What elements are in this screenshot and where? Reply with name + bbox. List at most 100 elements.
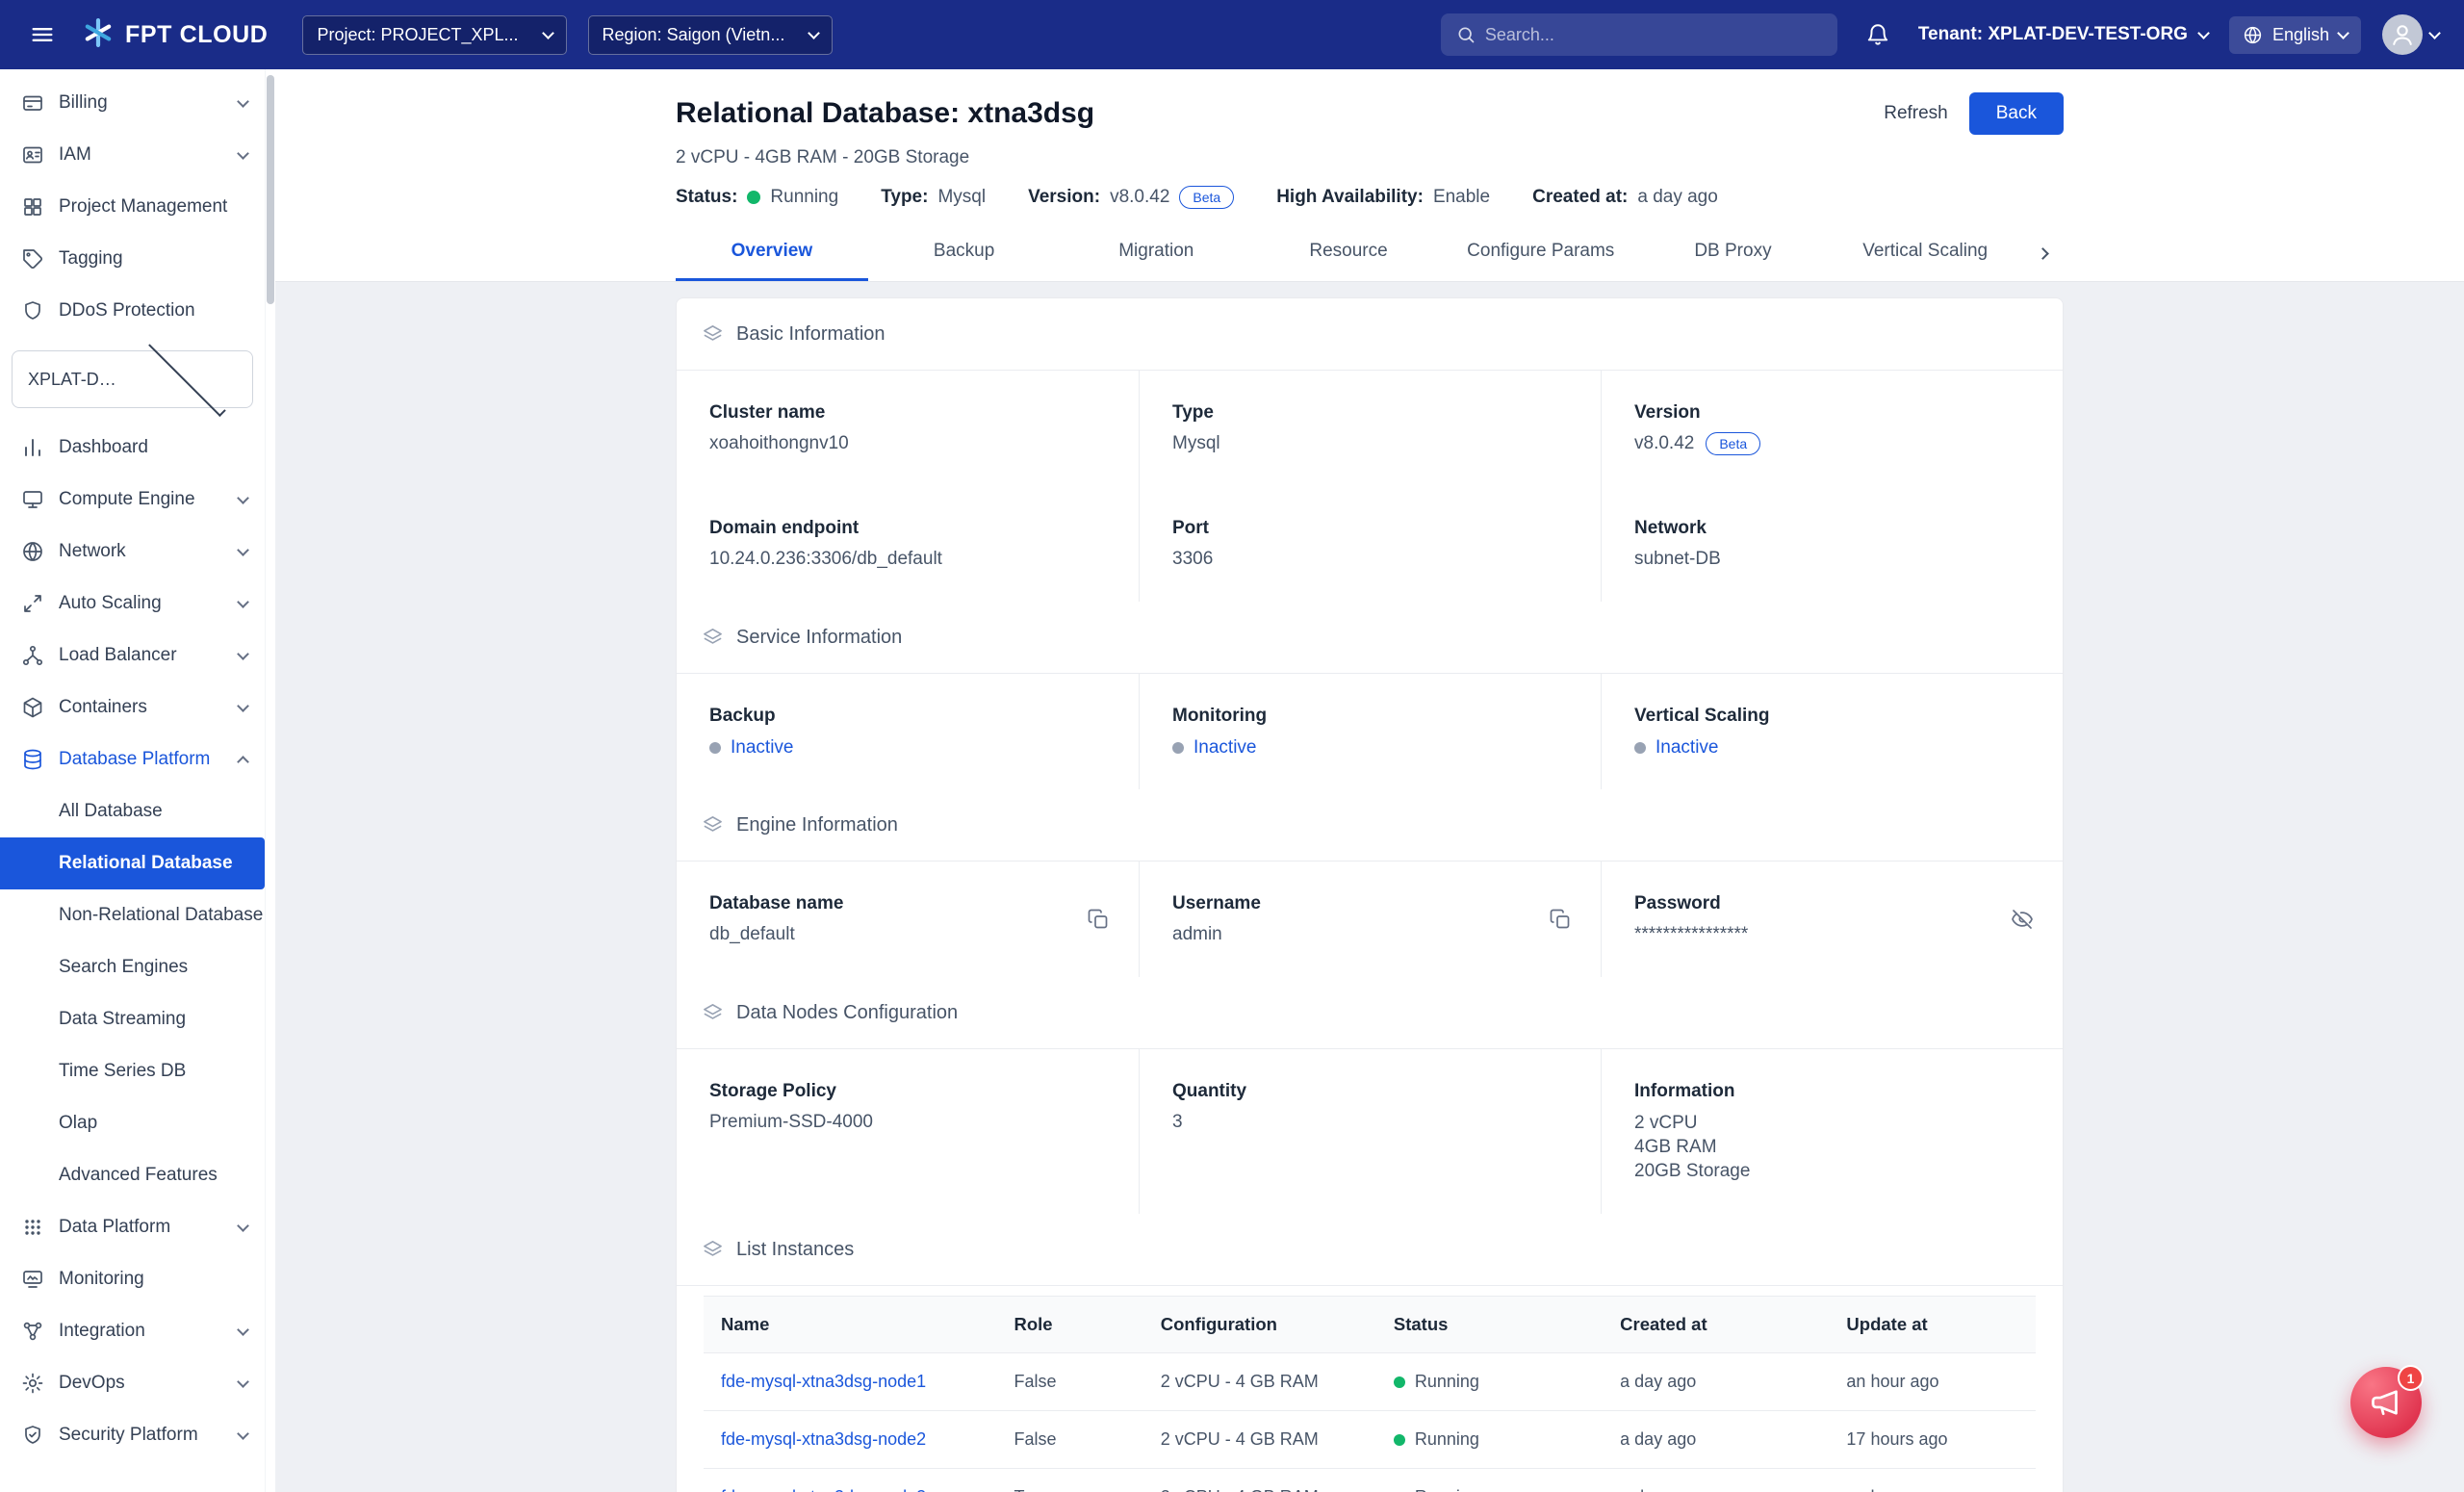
sidebar-item-ddos-protection[interactable]: DDoS Protection	[0, 285, 265, 337]
instance-created: a day ago	[1603, 1353, 1829, 1411]
chevron-down-icon	[237, 700, 249, 712]
region-select[interactable]: Region: Saigon (Vietn...	[588, 15, 834, 55]
iam-icon	[21, 143, 44, 167]
announcement-fab[interactable]: 1	[2350, 1367, 2422, 1438]
chevron-down-icon	[237, 544, 249, 556]
instance-config: 2 vCPU - 4 GB RAM	[1143, 1469, 1376, 1492]
menu-icon[interactable]	[25, 17, 60, 52]
sidebar-subitem-search-engines[interactable]: Search Engines	[0, 941, 265, 993]
field-information: Information 2 vCPU 4GB RAM 20GB Storage	[1601, 1049, 2063, 1214]
search-input[interactable]	[1485, 25, 1822, 45]
status-dot-inactive	[709, 742, 721, 754]
refresh-button[interactable]: Refresh	[1884, 103, 1948, 124]
tab-bar: Overview Backup Migration Resource Confi…	[676, 225, 2064, 281]
chevron-down-icon	[237, 648, 249, 660]
dashboard-icon	[21, 436, 44, 459]
status-dot-inactive	[1634, 742, 1646, 754]
sidebar-item-dashboard[interactable]: Dashboard	[0, 422, 265, 474]
tab-backup[interactable]: Backup	[868, 225, 1061, 281]
chevron-down-icon	[2197, 27, 2210, 39]
layers-section-icon	[702, 323, 724, 346]
sidebar-item-database-platform[interactable]: Database Platform	[0, 733, 265, 785]
sidebar-subitem-advanced-features[interactable]: Advanced Features	[0, 1149, 265, 1201]
fpt-cloud-logo[interactable]: FPT CLOUD	[81, 15, 268, 55]
sidebar-item-monitoring[interactable]: Monitoring	[0, 1253, 265, 1305]
instance-updated: an hour ago	[1829, 1353, 2036, 1411]
top-navbar: FPT CLOUD Project: PROJECT_XPL... Region…	[0, 0, 2464, 69]
instance-config: 2 vCPU - 4 GB RAM	[1143, 1411, 1376, 1469]
tenant-select[interactable]: Tenant: XPLAT-DEV-TEST-ORG	[1918, 24, 2208, 45]
tabs-overflow-right-icon[interactable]	[2021, 225, 2064, 281]
sidebar-item-security-platform[interactable]: Security Platform	[0, 1409, 265, 1461]
col-update-at: Update at	[1829, 1297, 2036, 1353]
field-type: Type Mysql	[1139, 371, 1601, 486]
tab-vertical-scaling[interactable]: Vertical Scaling	[1829, 225, 2021, 281]
app-window: FPT CLOUD Project: PROJECT_XPL... Region…	[0, 0, 2464, 1492]
sidebar-subitem-data-streaming[interactable]: Data Streaming	[0, 993, 265, 1045]
tab-migration[interactable]: Migration	[1060, 225, 1252, 281]
user-menu[interactable]	[2382, 14, 2439, 55]
monitoring-status-link[interactable]: Inactive	[1194, 737, 1256, 759]
status-dot-running	[1394, 1376, 1405, 1388]
scrollbar-thumb[interactable]	[267, 75, 274, 304]
sidebar-item-iam[interactable]: IAM	[0, 129, 265, 181]
tab-configure-params[interactable]: Configure Params	[1445, 225, 1637, 281]
sidebar-item-tagging[interactable]: Tagging	[0, 233, 265, 285]
sidebar-item-integration[interactable]: Integration	[0, 1305, 265, 1357]
brand-name: FPT CLOUD	[125, 21, 268, 49]
instance-config: 2 vCPU - 4 GB RAM	[1143, 1353, 1376, 1411]
sidebar-item-network[interactable]: Network	[0, 526, 265, 578]
chevron-down-icon	[237, 95, 249, 108]
section-data-nodes-configuration: Data Nodes Configuration Storage Policy …	[677, 977, 2063, 1214]
beta-badge: Beta	[1706, 432, 1760, 455]
instances-table: Name Role Configuration Status Created a…	[704, 1296, 2036, 1492]
sidebar-subitem-non-relational-database[interactable]: Non-Relational Database	[0, 889, 265, 941]
field-domain-endpoint: Domain endpoint 10.24.0.236:3306/db_defa…	[677, 486, 1139, 602]
sidebar-item-data-platform[interactable]: Data Platform	[0, 1201, 265, 1253]
copy-icon[interactable]	[1549, 908, 1572, 931]
instance-name-link[interactable]: fde-mysql-xtna3dsg-node1	[721, 1372, 926, 1391]
instance-created: a day ago	[1603, 1469, 1829, 1492]
chevron-down-icon	[2337, 27, 2349, 39]
project-management-icon	[21, 195, 44, 219]
search-box[interactable]	[1441, 13, 1837, 56]
sidebar-subitem-time-series-db[interactable]: Time Series DB	[0, 1045, 265, 1097]
vertical-scaling-status-link[interactable]: Inactive	[1656, 737, 1718, 759]
tagging-icon	[21, 247, 44, 270]
sidebar-item-project-management[interactable]: Project Management	[0, 181, 265, 233]
eye-off-icon[interactable]	[2011, 908, 2034, 931]
instance-role: False	[996, 1353, 1142, 1411]
sidebar-subitem-relational-database[interactable]: Relational Database	[0, 837, 265, 889]
sidebar-item-auto-scaling[interactable]: Auto Scaling	[0, 578, 265, 630]
notification-bell-icon[interactable]	[1859, 15, 1897, 54]
instance-name-link[interactable]: fde-mysql-xtna3dsg-node3	[721, 1487, 926, 1492]
back-button[interactable]: Back	[1969, 92, 2064, 135]
security-platform-icon	[21, 1424, 44, 1447]
layers-section-icon	[702, 1239, 724, 1261]
sidebar-subitem-olap[interactable]: Olap	[0, 1097, 265, 1149]
sidebar-item-compute-engine[interactable]: Compute Engine	[0, 474, 265, 526]
instance-name-link[interactable]: fde-mysql-xtna3dsg-node2	[721, 1429, 926, 1449]
section-header-service: Service Information	[677, 602, 2063, 674]
sidebar-scrollbar[interactable]	[265, 69, 275, 1492]
language-select[interactable]: English	[2229, 16, 2361, 54]
instance-created: a day ago	[1603, 1411, 1829, 1469]
sidebar-subitem-all-database[interactable]: All Database	[0, 785, 265, 837]
sidebar-item-containers[interactable]: Containers	[0, 682, 265, 733]
tab-overview[interactable]: Overview	[676, 225, 868, 281]
sidebar-item-devops[interactable]: DevOps	[0, 1357, 265, 1409]
meta-status: Status: Running	[676, 185, 838, 210]
project-select[interactable]: Project: PROJECT_XPL...	[302, 15, 566, 55]
chevron-down-icon	[237, 147, 249, 160]
layers-section-icon	[702, 627, 724, 649]
tab-db-proxy[interactable]: DB Proxy	[1637, 225, 1830, 281]
megaphone-icon	[2369, 1385, 2403, 1420]
copy-icon[interactable]	[1087, 908, 1110, 931]
sidebar-item-billing[interactable]: Billing	[0, 77, 265, 129]
backup-status-link[interactable]: Inactive	[731, 737, 793, 759]
section-header-data-nodes: Data Nodes Configuration	[677, 977, 2063, 1049]
tab-resource[interactable]: Resource	[1252, 225, 1445, 281]
floor-scope-select[interactable]: XPLAT-DEV-TEST-FLOOR...	[12, 350, 253, 408]
sidebar-item-load-balancer[interactable]: Load Balancer	[0, 630, 265, 682]
section-header-basic: Basic Information	[677, 298, 2063, 371]
